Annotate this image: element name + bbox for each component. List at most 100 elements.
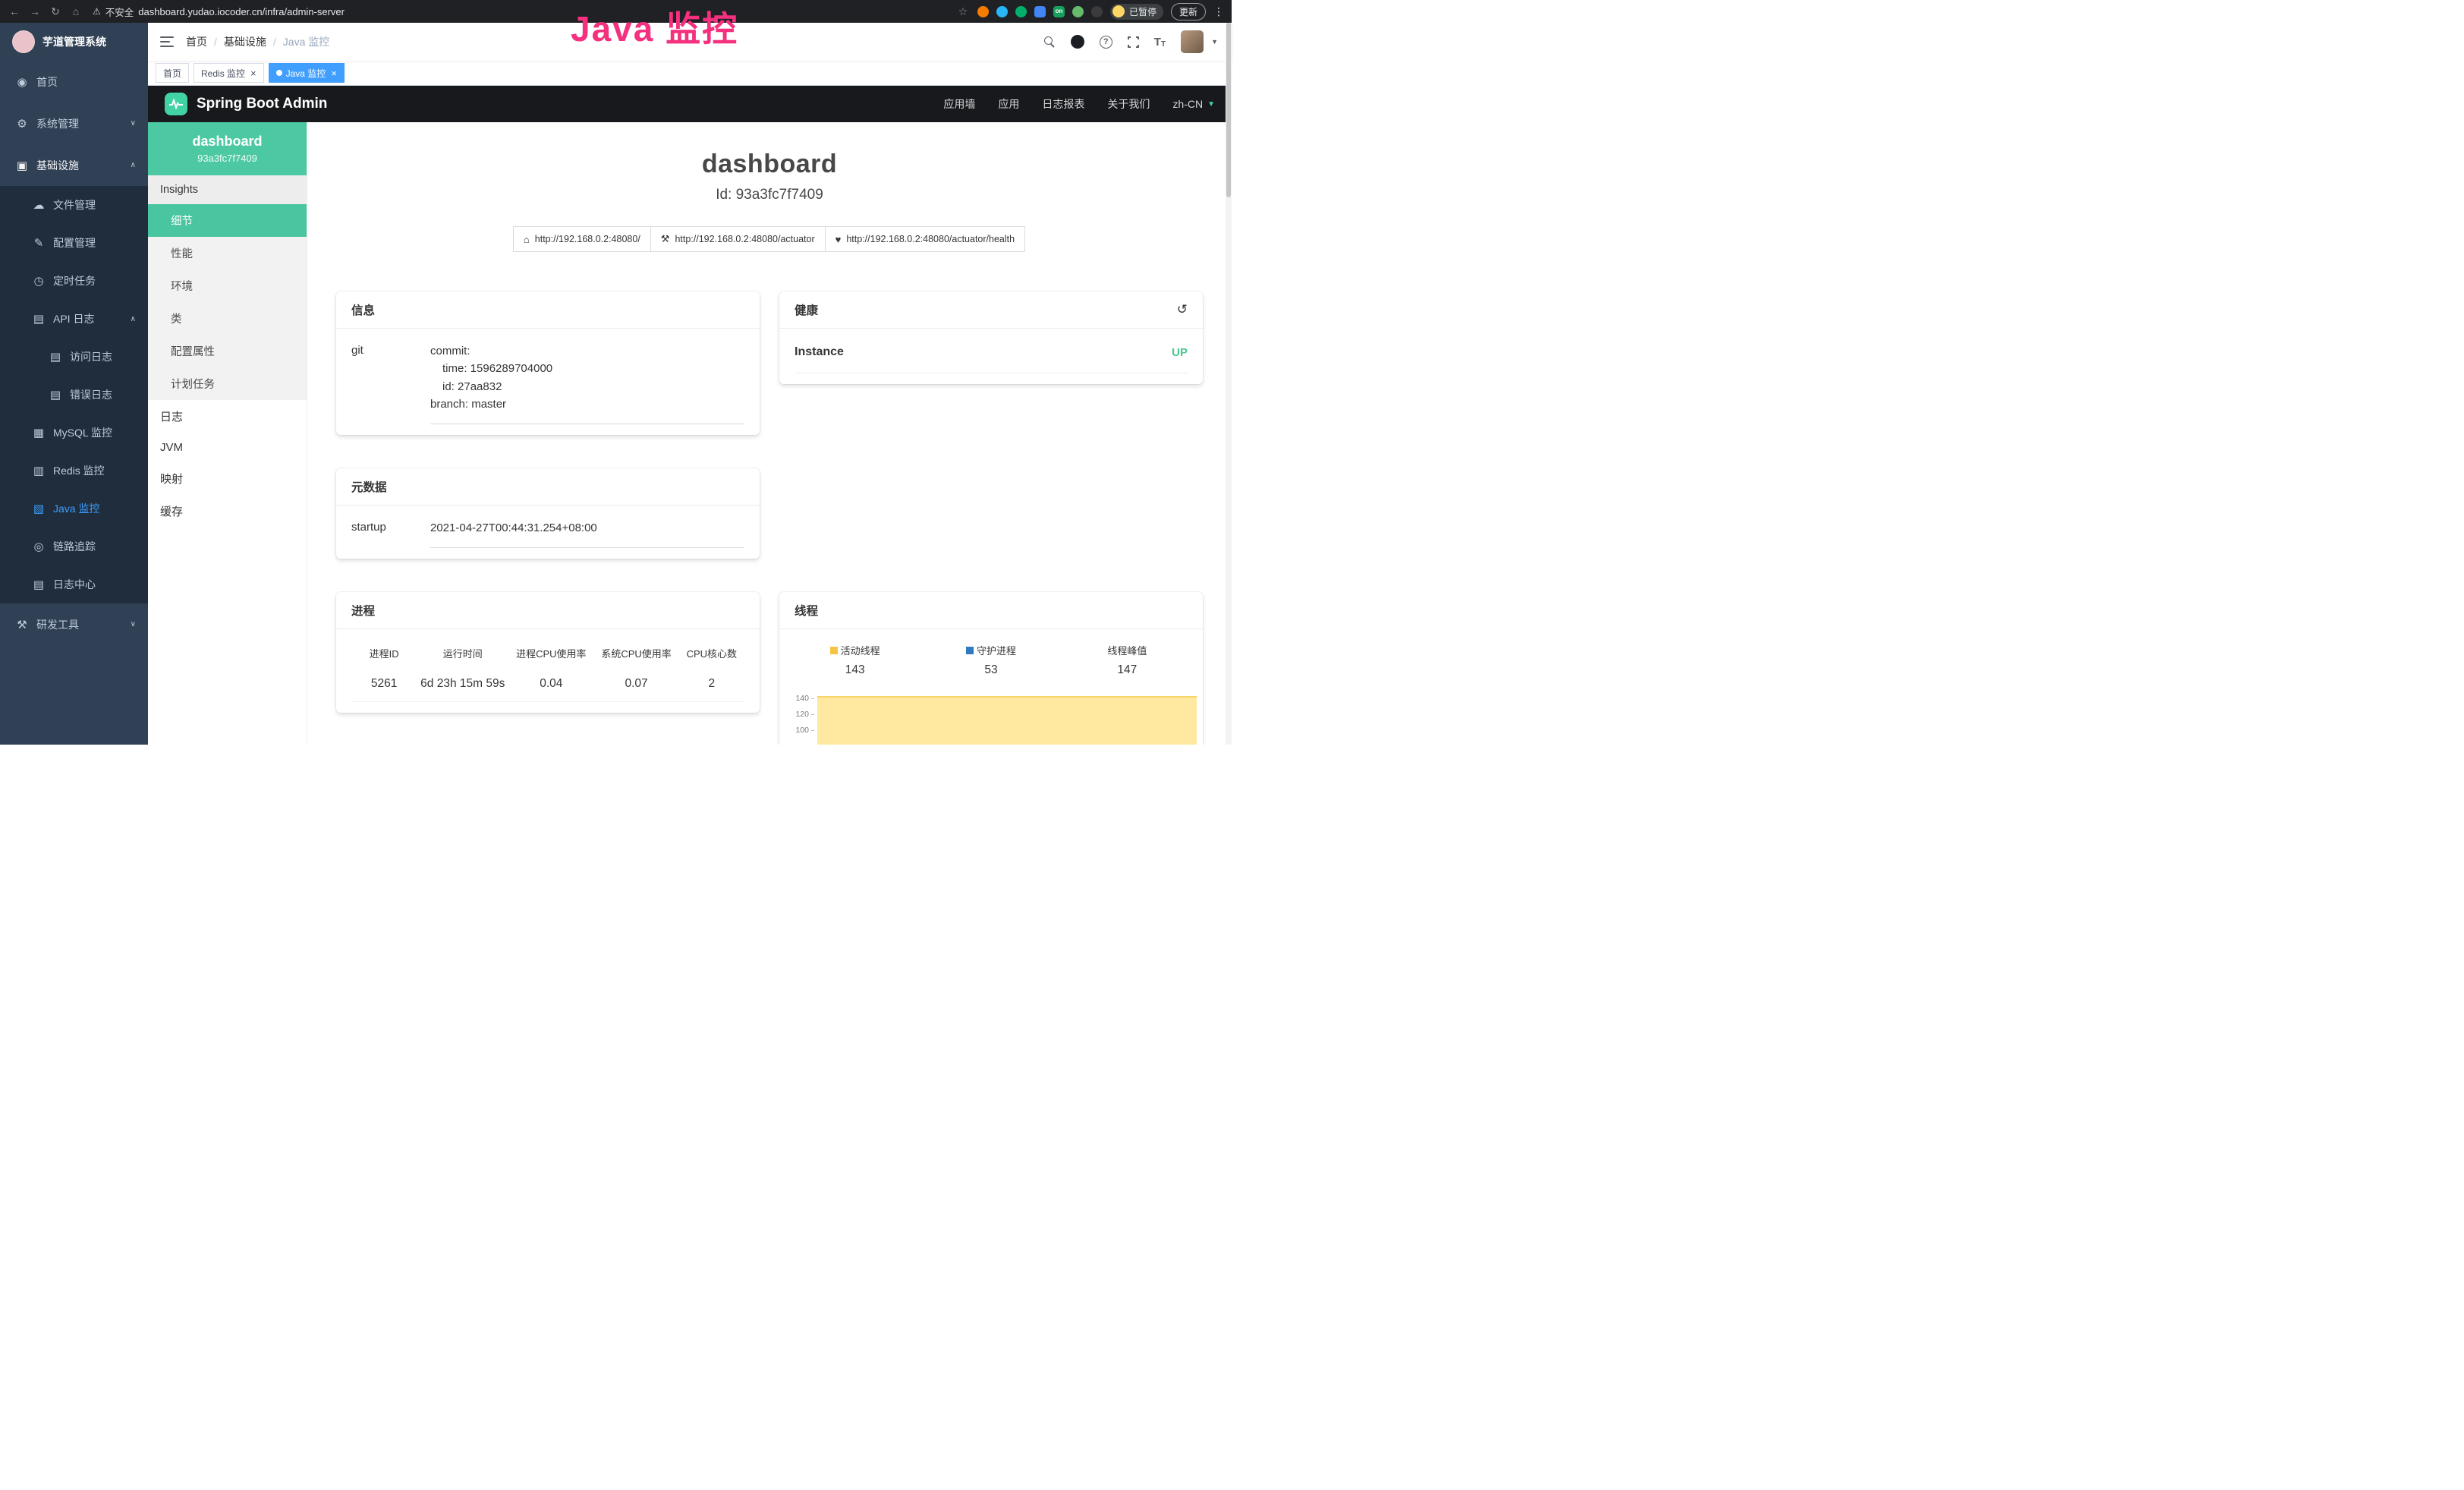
sidebar-item-log-center[interactable]: ▤日志中心 bbox=[0, 565, 148, 603]
legend-label: 线程峰值 bbox=[1107, 643, 1147, 657]
sidebar-item-file-management[interactable]: ☁文件管理 bbox=[0, 186, 148, 224]
tab-java-monitor[interactable]: Java 监控 × bbox=[269, 63, 345, 83]
instance-header[interactable]: dashboard 93a3fc7f7409 bbox=[148, 122, 307, 175]
extension-on-icon[interactable]: on bbox=[1053, 6, 1065, 17]
legend-value: 143 bbox=[787, 663, 923, 677]
breadcrumb-home[interactable]: 首页 bbox=[186, 34, 207, 49]
main-content: dashboard Id: 93a3fc7f7409 ⌂http://192.1… bbox=[307, 122, 1232, 745]
sidebar-item-dev-tools[interactable]: ⚒研发工具∨ bbox=[0, 603, 148, 645]
tab-redis-monitor[interactable]: Redis 监控× bbox=[194, 63, 264, 83]
language-selector[interactable]: zh-CN ▼ bbox=[1172, 98, 1215, 110]
insights-section-label[interactable]: Insights bbox=[148, 175, 307, 204]
threads-legend: 活动线程143守护进程53线程峰值147 bbox=[779, 634, 1203, 682]
redis-monitor-icon: ▥ bbox=[32, 464, 46, 477]
link-actuator-url[interactable]: ⚒http://192.168.0.2:48080/actuator bbox=[650, 226, 826, 252]
tab-home[interactable]: 首页 bbox=[156, 63, 189, 83]
api-logs-icon: ▤ bbox=[32, 312, 46, 326]
sidebar-item-scheduled-jobs[interactable]: ◷定时任务 bbox=[0, 262, 148, 300]
breadcrumb-separator: / bbox=[273, 36, 276, 48]
close-icon[interactable]: × bbox=[331, 68, 337, 78]
metadata-card: 元数据 startup 2021-04-27T00:44:31.254+08:0… bbox=[336, 468, 760, 559]
sidebar-item-home[interactable]: ◉首页 bbox=[0, 61, 148, 102]
cards-grid: 信息 git commit: time: 1596289704000 id: 2… bbox=[336, 291, 1203, 745]
page-scrollbar[interactable] bbox=[1226, 23, 1232, 745]
extension-icon-2[interactable] bbox=[996, 6, 1008, 17]
sidebar-item-java-monitor[interactable]: ▧Java 监控 bbox=[0, 490, 148, 528]
menu-jvm[interactable]: JVM bbox=[148, 433, 307, 462]
app-frame: 芋道管理系统 ◉首页⚙系统管理∨▣基础设施∧☁文件管理✎配置管理◷定时任务▤AP… bbox=[0, 23, 1232, 745]
menu-caches[interactable]: 缓存 bbox=[148, 495, 307, 528]
info-line: time: 1596289704000 bbox=[430, 360, 744, 377]
font-size-icon[interactable]: TT bbox=[1154, 36, 1166, 49]
sidebar-item-config-management[interactable]: ✎配置管理 bbox=[0, 224, 148, 262]
extension-plugin-icon[interactable] bbox=[1091, 6, 1103, 17]
menu-config-properties[interactable]: 配置属性 bbox=[148, 335, 307, 367]
search-icon[interactable] bbox=[1044, 36, 1056, 48]
link-base-url[interactable]: ⌂http://192.168.0.2:48080/ bbox=[513, 226, 651, 252]
security-warning-label: 不安全 bbox=[105, 5, 134, 19]
scrollbar-thumb[interactable] bbox=[1226, 23, 1231, 197]
sidebar-item-access-logs[interactable]: ▤访问日志 bbox=[0, 338, 148, 376]
forward-icon[interactable]: → bbox=[28, 5, 42, 17]
log-center-icon: ▤ bbox=[32, 578, 46, 591]
home-icon: ⌂ bbox=[524, 234, 530, 245]
address-bar[interactable]: ⚠ 不安全 dashboard.yudao.iocoder.cn/infra/a… bbox=[93, 5, 345, 19]
sba-logo-icon[interactable] bbox=[165, 93, 187, 115]
profile-badge-label: 已暂停 bbox=[1129, 5, 1156, 18]
browser-menu-kebab-icon[interactable]: ⋮ bbox=[1213, 5, 1224, 18]
github-icon[interactable] bbox=[1071, 35, 1084, 49]
history-icon[interactable]: ↺ bbox=[1177, 302, 1188, 317]
info-value: commit: time: 1596289704000 id: 27aa832 … bbox=[430, 342, 744, 424]
hamburger-icon[interactable] bbox=[160, 36, 174, 47]
card-title: 进程 bbox=[351, 602, 375, 619]
link-health-url[interactable]: ♥http://192.168.0.2:48080/actuator/healt… bbox=[825, 226, 1025, 252]
reload-icon[interactable]: ↻ bbox=[49, 5, 62, 18]
navbar-actions: ? TT ▼ bbox=[1044, 30, 1232, 53]
sba-nav-about[interactable]: 关于我们 bbox=[1107, 96, 1150, 112]
update-button-label: 更新 bbox=[1179, 5, 1197, 18]
help-icon[interactable]: ? bbox=[1100, 36, 1112, 49]
menu-classes[interactable]: 类 bbox=[148, 302, 307, 335]
update-button[interactable]: 更新 bbox=[1171, 3, 1206, 20]
user-avatar[interactable] bbox=[1181, 30, 1204, 53]
menu-logs[interactable]: 日志 bbox=[148, 400, 307, 433]
profile-chip[interactable]: 已暂停 bbox=[1110, 4, 1163, 20]
system-management-icon: ⚙ bbox=[15, 117, 29, 131]
extension-leaf-icon[interactable] bbox=[1072, 6, 1084, 17]
menu-details[interactable]: 细节 bbox=[148, 204, 307, 237]
process-column-header: 运行时间 bbox=[417, 643, 508, 663]
menu-metrics[interactable]: 性能 bbox=[148, 237, 307, 269]
menu-mappings[interactable]: 映射 bbox=[148, 462, 307, 495]
sidebar-item-api-logs[interactable]: ▤API 日志∧ bbox=[0, 300, 148, 338]
sidebar-item-mysql-monitor[interactable]: ▦MySQL 监控 bbox=[0, 414, 148, 452]
instance-menu: 日志JVM映射缓存 bbox=[148, 400, 307, 528]
breadcrumb: 首页/基础设施/Java 监控 bbox=[186, 34, 329, 49]
extension-icon-4[interactable] bbox=[1034, 6, 1046, 17]
process-headers: 进程ID运行时间进程CPU使用率系统CPU使用率CPU核心数 bbox=[336, 634, 760, 663]
extension-icon-1[interactable] bbox=[977, 6, 989, 17]
sidebar-item-error-logs[interactable]: ▤错误日志 bbox=[0, 376, 148, 414]
breadcrumb-infrastructure[interactable]: 基础设施 bbox=[224, 34, 266, 49]
instance-sidebar: dashboard 93a3fc7f7409 Insights 细节性能环境类配… bbox=[148, 122, 307, 745]
sidebar-item-system-management[interactable]: ⚙系统管理∨ bbox=[0, 102, 148, 144]
tab-label: Java 监控 bbox=[286, 67, 326, 80]
avatar-chevron-down-icon[interactable]: ▼ bbox=[1211, 38, 1218, 46]
process-value: 2 bbox=[679, 673, 744, 702]
app-logo[interactable]: 芋道管理系统 bbox=[0, 23, 148, 61]
home-icon[interactable]: ⌂ bbox=[69, 5, 83, 17]
sidebar-item-link-tracing[interactable]: ◎链路追踪 bbox=[0, 528, 148, 565]
sba-nav-applications[interactable]: 应用 bbox=[998, 96, 1019, 112]
extension-icon-3[interactable] bbox=[1015, 6, 1027, 17]
sidebar-item-redis-monitor[interactable]: ▥Redis 监控 bbox=[0, 452, 148, 490]
sba-nav-wallboard[interactable]: 应用墙 bbox=[943, 96, 975, 112]
sba-nav-journal[interactable]: 日志报表 bbox=[1042, 96, 1084, 112]
menu-scheduled-tasks[interactable]: 计划任务 bbox=[148, 367, 307, 400]
health-instance-row[interactable]: Instance UP bbox=[795, 345, 1188, 373]
close-icon[interactable]: × bbox=[250, 68, 256, 78]
sidebar-item-infrastructure[interactable]: ▣基础设施∧ bbox=[0, 144, 148, 186]
fullscreen-icon[interactable] bbox=[1128, 36, 1139, 48]
menu-environment[interactable]: 环境 bbox=[148, 269, 307, 302]
info-key: git bbox=[351, 342, 430, 435]
back-icon[interactable]: ← bbox=[8, 5, 21, 17]
bookmark-star-icon[interactable]: ☆ bbox=[956, 5, 970, 18]
